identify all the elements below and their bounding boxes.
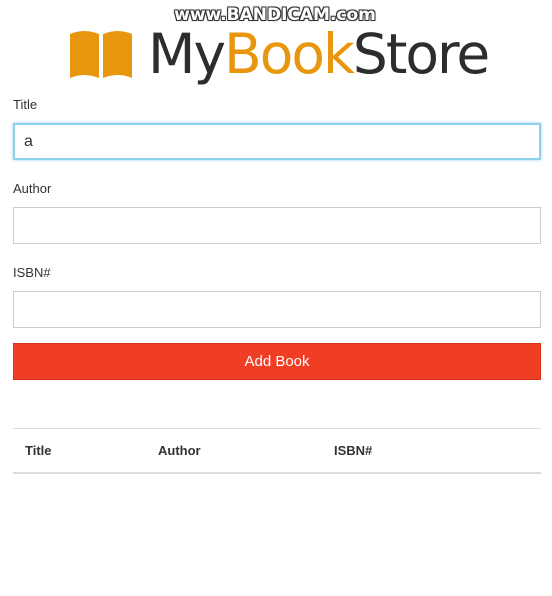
store-logo-text: MyBookStore <box>148 22 490 86</box>
isbn-label: ISBN# <box>13 265 51 280</box>
books-table: Title Author ISBN# <box>13 428 541 474</box>
title-label: Title <box>13 97 38 112</box>
page: www.BANDICAM.com MyBookStore Title Autho… <box>0 0 552 596</box>
logo-text-my: My <box>148 22 226 86</box>
author-input[interactable] <box>13 207 541 244</box>
logo-text-book: Book <box>224 22 355 86</box>
open-book-icon <box>70 31 132 78</box>
author-label: Author <box>13 181 52 196</box>
logo-text-store: Store <box>352 22 490 86</box>
title-input[interactable] <box>13 123 541 160</box>
column-header-author: Author <box>158 442 201 458</box>
books-table-header-row: Title Author ISBN# <box>13 428 541 473</box>
store-logo: MyBookStore <box>68 22 490 86</box>
column-header-title: Title <box>25 442 52 458</box>
column-header-isbn: ISBN# <box>334 442 373 458</box>
isbn-input[interactable] <box>13 291 541 328</box>
add-book-button[interactable]: Add Book <box>13 343 541 380</box>
